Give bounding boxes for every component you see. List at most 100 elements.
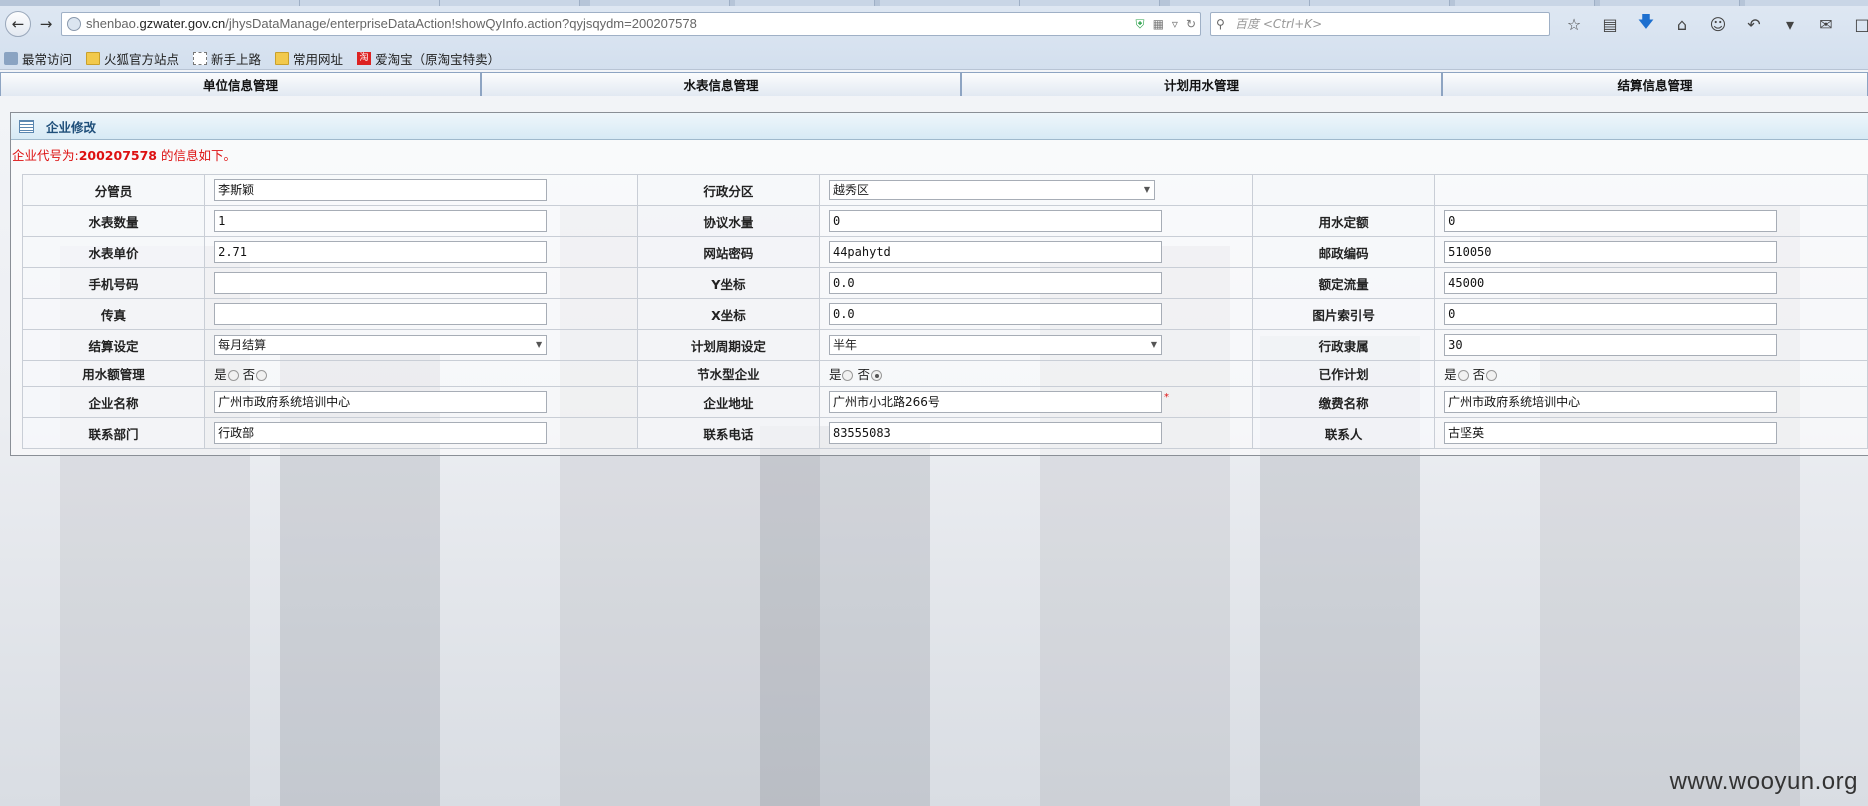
forward-button[interactable]: → <box>35 13 57 35</box>
globe-icon <box>67 17 81 31</box>
chat-icon[interactable]: ☺ <box>1706 12 1730 36</box>
enterprise-name-input[interactable]: 广州市政府系统培训中心 <box>214 391 548 413</box>
url-host: gzwater.gov.cn <box>139 16 226 31</box>
x-coordinate-input[interactable]: 0.0 <box>828 303 1162 325</box>
bookmark-star-icon[interactable]: ☆ <box>1562 12 1586 36</box>
dropdown-arrow-icon[interactable]: ▿ <box>1172 13 1178 35</box>
website-password-input[interactable]: 44pahytd <box>828 241 1162 263</box>
water-saving-no-radio[interactable] <box>871 370 882 381</box>
water-quota-input[interactable]: 0 <box>1444 210 1778 232</box>
taobao-icon: 淘 <box>357 51 372 65</box>
bookmark-common-sites[interactable]: 常用网址 <box>275 49 343 68</box>
bookmark-most-visited[interactable]: 最常访问 <box>4 49 72 68</box>
field-label: 用水定额 <box>1252 205 1436 237</box>
field-label: 协议水量 <box>636 205 820 237</box>
enterprise-form: 分管员 李斯颖 行政分区 越秀区 ▼ 水表数量 1 协议水量 0 用水定额 0 水… <box>21 174 1868 449</box>
postal-code-input[interactable]: 510050 <box>1444 241 1778 263</box>
back-button[interactable]: ← <box>5 11 31 37</box>
url-prefix: shenbao. <box>86 16 140 31</box>
comment-icon[interactable]: ✉ <box>1814 12 1838 36</box>
field-label: 手机号码 <box>21 267 206 299</box>
field-label: 水表单价 <box>21 236 206 268</box>
field-label: 邮政编码 <box>1252 236 1436 268</box>
planned-no-radio[interactable] <box>1486 370 1498 381</box>
tab-water-plan[interactable]: 计划用水管理 <box>961 72 1442 96</box>
field-label: 行政分区 <box>636 174 820 206</box>
menu-dropdown-icon[interactable]: ▾ <box>1778 12 1802 36</box>
field-label: 结算设定 <box>21 329 206 361</box>
image-index-input[interactable]: 0 <box>1444 303 1778 325</box>
shield-icon[interactable]: ⛨ <box>1136 13 1145 35</box>
enterprise-code: 200207578 <box>78 148 157 163</box>
rated-flow-input[interactable]: 45000 <box>1444 272 1778 294</box>
manager-input[interactable]: 李斯颖 <box>214 179 548 201</box>
field-label: 图片索引号 <box>1252 298 1436 330</box>
admin-affiliation-input[interactable]: 30 <box>1444 334 1778 356</box>
download-icon[interactable]: 🡇 <box>1634 12 1658 36</box>
water-saving-yes-radio[interactable] <box>842 370 854 381</box>
district-select[interactable]: 越秀区 ▼ <box>828 180 1155 200</box>
tab-meter-info[interactable]: 水表信息管理 <box>481 72 961 96</box>
bookmark-firefox-site[interactable]: 火狐官方站点 <box>86 49 179 68</box>
field-label: 已作计划 <box>1252 360 1436 387</box>
folder-icon <box>86 51 101 65</box>
search-icon: ⚲ <box>1216 17 1225 31</box>
quota-mgmt-no-radio[interactable] <box>256 370 268 381</box>
bookmarks-bar: 最常访问 火狐官方站点 新手上路 常用网址 淘爱淘宝（原淘宝特卖） <box>0 46 1868 70</box>
crop-icon[interactable]: □ <box>1850 12 1868 36</box>
enterprise-address-input[interactable]: 广州市小北路266号 <box>828 391 1162 413</box>
field-label: 传真 <box>21 298 206 330</box>
field-label: 企业名称 <box>21 386 206 418</box>
tab-unit-info[interactable]: 单位信息管理 <box>0 72 481 96</box>
unit-price-input[interactable]: 2.71 <box>214 241 548 263</box>
planned-yes-radio[interactable] <box>1457 370 1469 381</box>
url-path: /jhysDataManage/enterpriseDataAction!sho… <box>225 16 697 31</box>
agreed-volume-input[interactable]: 0 <box>828 210 1162 232</box>
field-label: 水表数量 <box>21 205 206 237</box>
search-placeholder: 百度 <Ctrl+K> <box>1235 17 1323 31</box>
field-label: Y坐标 <box>636 267 820 299</box>
y-coordinate-input[interactable]: 0.0 <box>828 272 1162 294</box>
watermark: www.wooyun.org <box>1669 768 1858 795</box>
gear-icon <box>4 51 18 65</box>
field-label: 网站密码 <box>636 236 820 268</box>
contact-phone-input[interactable]: 83555083 <box>828 422 1162 444</box>
search-input[interactable]: ⚲ 百度 <Ctrl+K> <box>1210 12 1550 36</box>
quota-mgmt-yes-radio[interactable] <box>227 370 239 381</box>
field-label: 联系电话 <box>636 417 820 449</box>
tab-settlement[interactable]: 结算信息管理 <box>1442 72 1868 96</box>
field-label: 联系人 <box>1252 417 1436 449</box>
contact-person-input[interactable]: 古坚英 <box>1444 422 1778 444</box>
field-label: 企业地址 <box>636 386 820 418</box>
page-icon <box>193 51 208 65</box>
top-menu: 单位信息管理 水表信息管理 计划用水管理 结算信息管理 <box>0 72 1868 96</box>
qr-code-icon[interactable]: ▦ <box>1153 13 1164 35</box>
folder-icon <box>275 51 290 65</box>
fax-input[interactable] <box>214 303 548 325</box>
bookmarks-list-icon[interactable]: ▤ <box>1598 12 1622 36</box>
plan-cycle-select[interactable]: 半年 ▼ <box>828 335 1162 355</box>
field-label: X坐标 <box>636 298 820 330</box>
field-label: 计划周期设定 <box>636 329 820 361</box>
info-notice: 企业代号为:200207578 的信息如下。 <box>12 148 236 163</box>
reload-icon[interactable]: ↻ <box>1186 13 1196 35</box>
browser-chrome: ← → shenbao.gzwater.gov.cn/jhysDataManag… <box>0 0 1868 70</box>
undo-icon[interactable]: ↶ <box>1742 12 1766 36</box>
bookmark-getting-started[interactable]: 新手上路 <box>193 49 261 68</box>
settlement-select[interactable]: 每月结算 ▼ <box>214 335 548 355</box>
url-bar[interactable]: shenbao.gzwater.gov.cn/jhysDataManage/en… <box>61 12 1201 36</box>
field-label: 分管员 <box>21 174 206 206</box>
field-label: 缴费名称 <box>1252 386 1436 418</box>
meter-count-input[interactable]: 1 <box>214 210 548 232</box>
chevron-down-icon: ▼ <box>536 340 543 349</box>
home-icon[interactable]: ⌂ <box>1670 12 1694 36</box>
field-label: 节水型企业 <box>636 360 820 387</box>
chevron-down-icon: ▼ <box>1143 185 1151 194</box>
contact-department-input[interactable]: 行政部 <box>214 422 548 444</box>
bookmark-aitaobao[interactable]: 淘爱淘宝（原淘宝特卖） <box>357 49 500 68</box>
panel-title: 企业修改 <box>46 119 97 135</box>
field-label: 额定流量 <box>1252 267 1436 299</box>
table-icon <box>19 119 34 133</box>
mobile-input[interactable] <box>214 272 548 294</box>
payer-name-input[interactable]: 广州市政府系统培训中心 <box>1444 391 1778 413</box>
